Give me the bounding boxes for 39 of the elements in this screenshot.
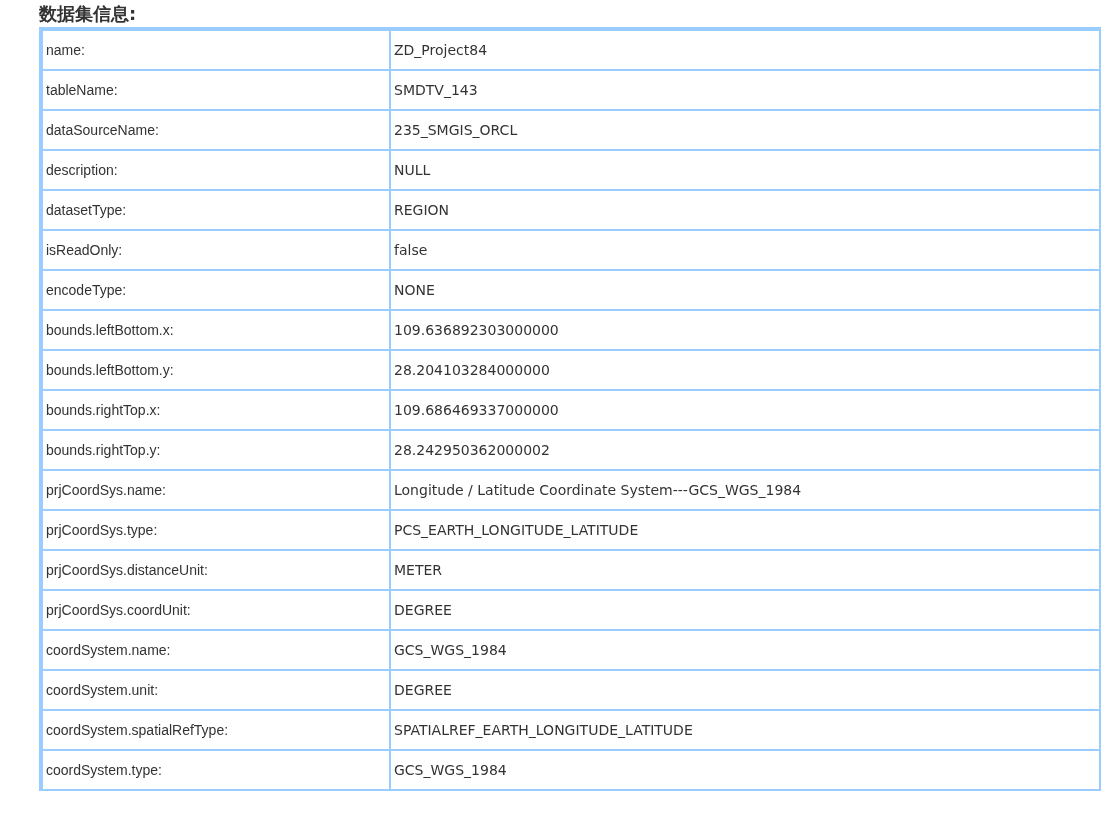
property-name-cell: bounds.leftBottom.y: [41, 350, 390, 390]
property-name-cell: datasetType: [41, 190, 390, 230]
property-name-cell: description: [41, 150, 390, 190]
property-name-cell: tableName: [41, 70, 390, 110]
property-value-cell: 109.636892303000000 [390, 310, 1100, 350]
property-name-cell: dataSourceName: [41, 110, 390, 150]
section-heading: 数据集信息: [38, 2, 138, 26]
property-value-cell: SPATIALREF_EARTH_LONGITUDE_LATITUDE [390, 710, 1100, 750]
property-value-cell: REGION [390, 190, 1100, 230]
property-value-cell: GCS_WGS_1984 [390, 630, 1100, 670]
property-name-cell: bounds.rightTop.x: [41, 390, 390, 430]
property-value-cell: GCS_WGS_1984 [390, 750, 1100, 790]
property-value-cell: METER [390, 550, 1100, 590]
property-value-cell: DEGREE [390, 670, 1100, 710]
property-name-cell: isReadOnly: [41, 230, 390, 270]
property-name-cell: prjCoordSys.name: [41, 470, 390, 510]
property-value-cell: 235_SMGIS_ORCL [390, 110, 1100, 150]
property-name-cell: bounds.leftBottom.x: [41, 310, 390, 350]
property-value-cell: NULL [390, 150, 1100, 190]
property-name-cell: prjCoordSys.type: [41, 510, 390, 550]
property-name-cell: prjCoordSys.distanceUnit: [41, 550, 390, 590]
property-name-cell: bounds.rightTop.y: [41, 430, 390, 470]
property-value-cell: 28.204103284000000 [390, 350, 1100, 390]
property-name-cell: coordSystem.name: [41, 630, 390, 670]
property-value-cell: DEGREE [390, 590, 1100, 630]
property-value-cell: SMDTV_143 [390, 70, 1100, 110]
property-value-cell: ZD_Project84 [390, 29, 1100, 70]
property-value-cell: PCS_EARTH_LONGITUDE_LATITUDE [390, 510, 1100, 550]
property-value-cell: false [390, 230, 1100, 270]
property-name-cell: coordSystem.unit: [41, 670, 390, 710]
property-name-cell: encodeType: [41, 270, 390, 310]
property-value-cell: NONE [390, 270, 1100, 310]
property-value-cell: 109.686469337000000 [390, 390, 1100, 430]
property-value-cell: Longitude / Latitude Coordinate System---GCS_WGS_1984 [390, 470, 1100, 510]
property-name-cell: coordSystem.type: [41, 750, 390, 790]
property-name-cell: name: [41, 29, 390, 70]
property-name-cell: coordSystem.spatialRefType: [41, 710, 390, 750]
property-name-cell: prjCoordSys.coordUnit: [41, 590, 390, 630]
property-value-cell: 28.242950362000002 [390, 430, 1100, 470]
